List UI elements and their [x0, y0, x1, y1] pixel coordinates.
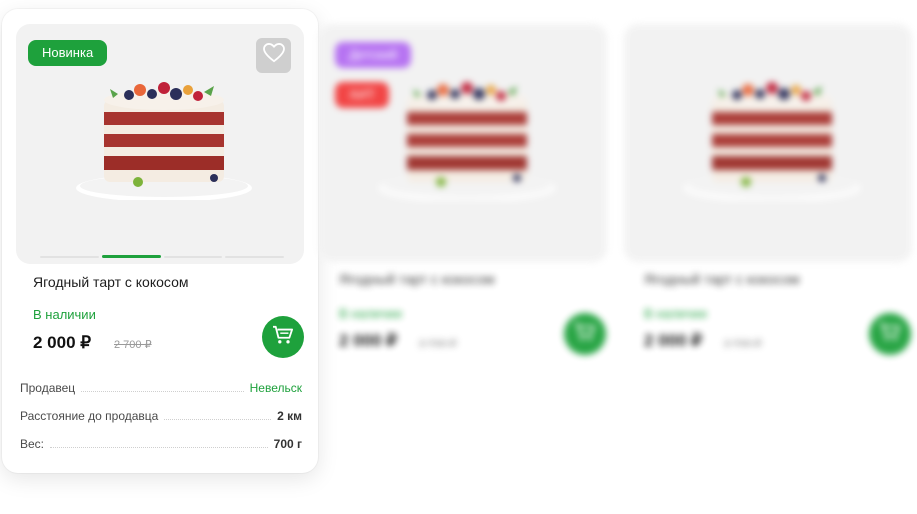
cart-icon [574, 322, 596, 347]
product-card-blurred[interactable]: Детский ХИТ Ягодный тарт с кокосом В нал… [319, 24, 609, 364]
spec-weight: Вес: 700 г [20, 437, 302, 451]
badge-new: Новинка [28, 40, 108, 66]
spec-value: 700 г [273, 437, 302, 451]
product-image[interactable]: Новинка [16, 24, 304, 264]
spec-label: Вес: [20, 437, 45, 451]
availability-status: В наличии [33, 307, 96, 322]
product-image[interactable] [624, 24, 912, 262]
add-to-cart-button[interactable] [262, 316, 304, 358]
image-pagination [40, 255, 284, 258]
product-card-blurred[interactable]: Ягодный тарт с кокосом В наличии 2 000 ₽… [624, 24, 914, 364]
dotted-leader [50, 447, 268, 448]
cake-image [684, 82, 860, 200]
spec-label: Продавец [20, 381, 76, 395]
spec-value: 2 км [277, 409, 302, 423]
product-title[interactable]: Ягодный тарт с кокосом [339, 271, 494, 287]
badge-kids: Детский [335, 42, 412, 68]
availability-status: В наличии [644, 306, 707, 321]
spec-label: Расстояние до продавца [20, 409, 159, 423]
add-to-cart-button[interactable] [564, 313, 606, 355]
cake-image [76, 82, 252, 200]
pagination-dot[interactable] [225, 256, 284, 258]
add-to-cart-button[interactable] [869, 313, 911, 355]
old-price: 2 700 ₽ [114, 339, 152, 351]
pagination-dot[interactable] [163, 256, 223, 258]
product-title[interactable]: Ягодный тарт с кокосом [33, 274, 188, 290]
cart-icon [879, 322, 901, 347]
price: 2 000 ₽ [33, 333, 92, 352]
cart-icon [272, 325, 294, 350]
product-image[interactable]: Детский ХИТ [319, 24, 607, 262]
pagination-dot[interactable] [40, 256, 99, 258]
pagination-dot-active[interactable] [101, 255, 161, 258]
price: 2 000 ₽ [644, 331, 703, 350]
seller-link[interactable]: Невельск [250, 381, 302, 395]
favorite-button[interactable] [256, 38, 291, 73]
old-price: 2 700 ₽ [724, 338, 762, 350]
spec-distance: Расстояние до продавца 2 км [20, 409, 302, 423]
dotted-leader [164, 419, 272, 420]
spec-seller: Продавец Невельск [20, 381, 302, 395]
product-title[interactable]: Ягодный тарт с кокосом [644, 271, 799, 287]
product-card[interactable]: Новинка Ягодный тарт с кокосом В наличии… [2, 9, 318, 473]
price: 2 000 ₽ [339, 331, 398, 350]
cake-image [379, 82, 555, 200]
dotted-leader [81, 391, 244, 392]
heart-icon [262, 42, 285, 68]
old-price: 2 700 ₽ [419, 338, 457, 350]
availability-status: В наличии [339, 306, 402, 321]
